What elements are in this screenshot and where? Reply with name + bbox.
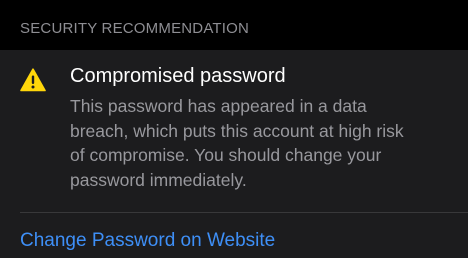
alert-description-line: of compromise. You should change your bbox=[70, 145, 382, 165]
alert-description-line: password immediately. bbox=[70, 169, 247, 190]
divider bbox=[20, 212, 468, 213]
alert-description: This password has appeared in a data bre… bbox=[70, 94, 460, 192]
change-password-on-website-link[interactable]: Change Password on Website bbox=[20, 230, 275, 252]
alert-description-line: breach, which puts this account at high … bbox=[70, 120, 404, 141]
warning-triangle-icon bbox=[20, 68, 46, 92]
security-recommendation-card: Compromised password This password has a… bbox=[0, 50, 468, 258]
section-header: SECURITY RECOMMENDATION bbox=[20, 20, 250, 37]
alert-title: Compromised password bbox=[70, 65, 286, 87]
alert-description-line: This password has appeared in a data bbox=[70, 96, 367, 116]
security-recommendation-screen: SECURITY RECOMMENDATION Compromised pass… bbox=[0, 0, 468, 258]
